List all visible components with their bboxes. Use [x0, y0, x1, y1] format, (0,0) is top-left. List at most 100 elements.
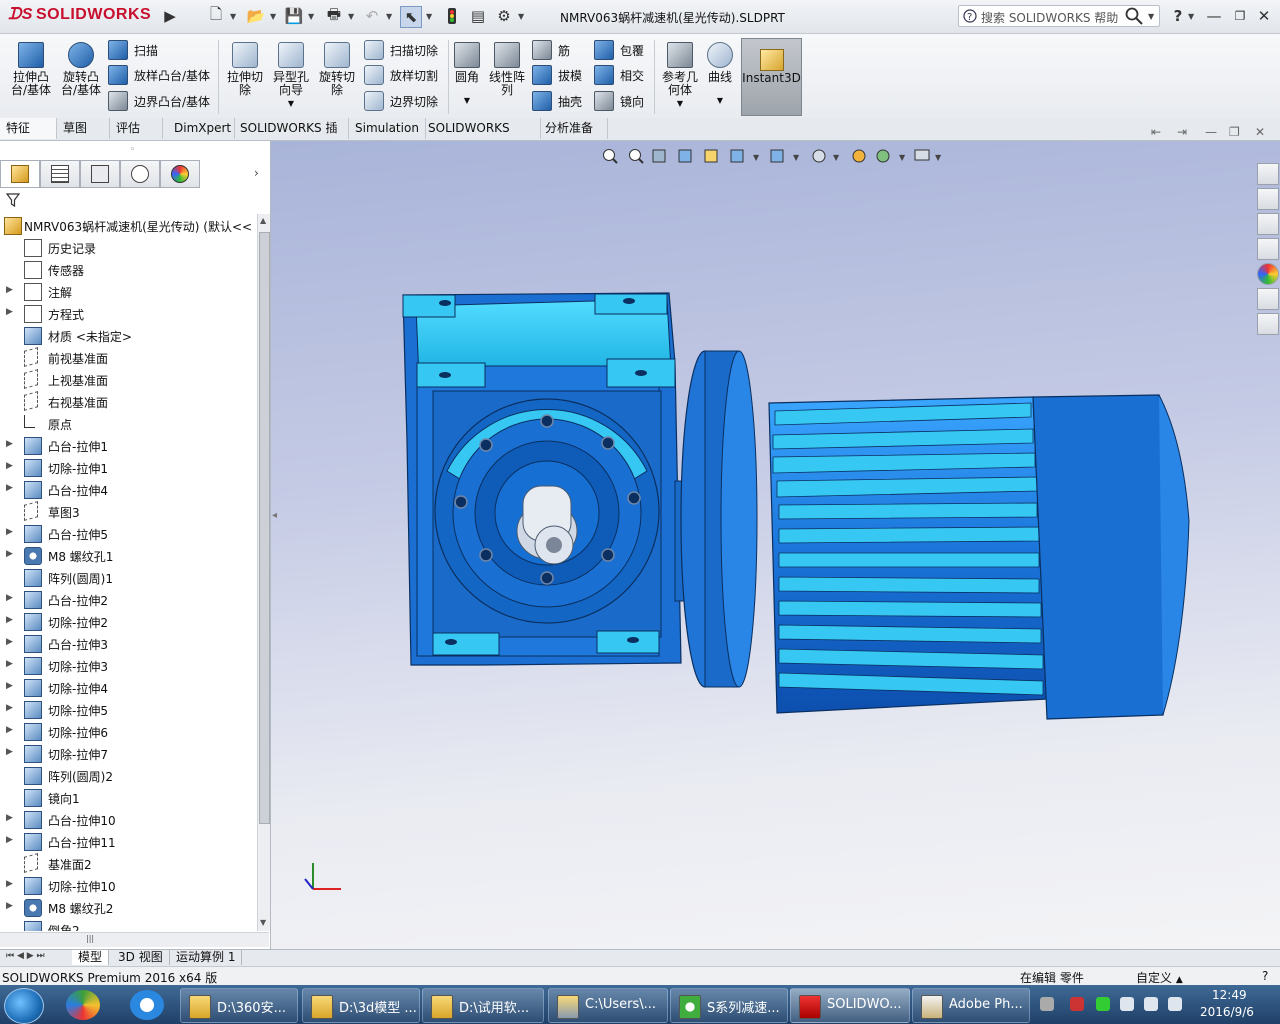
help-question-icon[interactable]: ? — [1168, 6, 1188, 26]
linear-pattern-button[interactable]: 线性阵 列 — [486, 42, 528, 97]
help-dropdown-icon[interactable]: ▼ — [1188, 12, 1194, 21]
tree-item[interactable]: ▶ 切除-拉伸2 — [0, 610, 258, 632]
save-icon[interactable]: 💾 — [284, 6, 304, 26]
tree-horizontal-scrollbar[interactable]: ||| — [0, 932, 269, 947]
tree-item[interactable]: ▶ 切除-拉伸6 — [0, 720, 258, 742]
boundary-boss-button[interactable]: 边界凸台/基体 — [108, 90, 210, 112]
expand-arrow-icon[interactable]: ▶ — [6, 637, 13, 647]
restore-icon[interactable]: ❐ — [1230, 6, 1250, 26]
expand-arrow-icon[interactable]: ▶ — [6, 285, 13, 295]
options-dropdown-icon[interactable]: ▼ — [518, 12, 524, 21]
taskbar-button[interactable]: D:\试用软... — [422, 988, 544, 1023]
sweep-button[interactable]: 扫描 — [108, 39, 158, 61]
tree-item[interactable]: ▶ 凸台-拉伸2 — [0, 588, 258, 610]
expand-arrow-icon[interactable]: ▶ — [6, 835, 13, 845]
tab-evaluate[interactable]: 评估 — [110, 118, 163, 139]
open-folder-icon[interactable]: 📂 — [246, 6, 266, 26]
edit-appearance-icon[interactable] — [852, 149, 866, 163]
expand-arrow-icon[interactable]: ▶ — [6, 703, 13, 713]
tree-item[interactable]: ▶ 凸台-拉伸4 — [0, 478, 258, 500]
keyboard-tray-icon[interactable] — [1040, 997, 1054, 1011]
featuremanager-tab[interactable] — [0, 160, 40, 188]
extrude-boss-button[interactable]: 拉伸凸 台/基体 — [8, 42, 54, 97]
tree-item[interactable]: ▶ 凸台-拉伸10 — [0, 808, 258, 830]
panel-grip-icon[interactable]: ◦ — [130, 145, 135, 155]
configurationmanager-tab[interactable] — [80, 160, 120, 188]
filter-icon[interactable] — [6, 193, 20, 207]
expand-arrow-icon[interactable]: ▶ — [6, 549, 13, 559]
expand-arrow-icon[interactable]: ▶ — [6, 747, 13, 757]
tree-item[interactable]: 前视基准面 — [0, 346, 258, 368]
tree-vertical-scrollbar[interactable]: ▲ ▼ — [257, 214, 270, 931]
select-pointer-icon[interactable]: ⬉ — [400, 6, 422, 28]
tree-item[interactable]: ▶ 凸台-拉伸5 — [0, 522, 258, 544]
expand-arrow-icon[interactable]: ▶ — [6, 659, 13, 669]
tab-sketch[interactable]: 草图 — [57, 118, 110, 139]
propertymanager-tab[interactable] — [40, 160, 80, 188]
undo-dropdown-icon[interactable]: ▼ — [386, 12, 392, 21]
wrap-button[interactable]: 包覆 — [594, 39, 644, 61]
viewport-close-icon[interactable]: ✕ — [1255, 125, 1265, 139]
draft-button[interactable]: 拔模 — [532, 64, 582, 86]
tree-item[interactable]: 镜向1 — [0, 786, 258, 808]
expand-arrow-icon[interactable]: ▶ — [6, 681, 13, 691]
new-dropdown-icon[interactable]: ▼ — [230, 12, 236, 21]
taskbar-button[interactable]: SOLIDWO... — [790, 988, 910, 1023]
clock-time[interactable]: 12:49 — [1212, 988, 1247, 1002]
scroll-up-icon[interactable]: ▲ — [260, 216, 266, 225]
shell-button[interactable]: 抽壳 — [532, 90, 582, 112]
tree-root[interactable]: NMRV063蜗杆减速机(星光传动) (默认<< — [0, 214, 258, 236]
open-dropdown-icon[interactable]: ▼ — [270, 12, 276, 21]
display-style-icon[interactable] — [770, 149, 784, 163]
hole-wizard-dropdown-icon[interactable]: ▼ — [270, 97, 312, 110]
tree-item[interactable]: ▶ 切除-拉伸10 — [0, 874, 258, 896]
viewport-prev-icon[interactable]: ⇤ — [1151, 125, 1161, 139]
tree-item[interactable]: ▶ M8 螺纹孔1 — [0, 544, 258, 566]
view-orientation-icon[interactable] — [730, 149, 744, 163]
print-dropdown-icon[interactable]: ▼ — [348, 12, 354, 21]
rebuild-icon[interactable] — [442, 6, 462, 26]
panel-splitter-icon[interactable]: ◂ — [272, 510, 277, 521]
add-tray-icon[interactable] — [1096, 997, 1110, 1011]
tree-item[interactable]: 基准面2 — [0, 852, 258, 874]
curves-button[interactable]: 曲线 ▼ — [704, 42, 736, 107]
tree-item[interactable]: ▶ 切除-拉伸4 — [0, 676, 258, 698]
reference-geometry-dropdown-icon[interactable]: ▼ — [658, 97, 702, 110]
tree-item[interactable]: 阵列(圆周)2 — [0, 764, 258, 786]
tree-item[interactable]: 阵列(圆周)1 — [0, 566, 258, 588]
graphics-viewport[interactable]: ▼ ▼ ▼ ▼ ▼ ⇤ ⇥ — ❐ ✕ — [271, 125, 1280, 949]
tree-item[interactable]: 原点 — [0, 412, 258, 434]
expand-arrow-icon[interactable]: ▶ — [6, 813, 13, 823]
dynamic-annotation-icon[interactable] — [704, 149, 718, 163]
tab-motion-study[interactable]: 运动算例 1 — [170, 950, 243, 965]
taskbar-button[interactable]: Adobe Ph... — [912, 988, 1030, 1023]
viewport-next-icon[interactable]: ⇥ — [1177, 125, 1187, 139]
clock-date[interactable]: 2016/9/6 — [1200, 1005, 1254, 1019]
expand-arrow-icon[interactable]: ▶ — [6, 879, 13, 889]
select-dropdown-icon[interactable]: ▼ — [426, 12, 432, 21]
tree-item[interactable]: ▶ 凸台-拉伸11 — [0, 830, 258, 852]
action-center-icon[interactable] — [1168, 997, 1182, 1011]
revolve-boss-button[interactable]: 旋转凸 台/基体 — [58, 42, 104, 97]
minimize-icon[interactable]: — — [1204, 6, 1224, 26]
search-dropdown-icon[interactable]: ▼ — [1148, 12, 1154, 21]
view-palette-icon[interactable] — [1257, 238, 1279, 260]
expand-arrow-icon[interactable]: ▶ — [6, 901, 13, 911]
search-icon[interactable] — [1124, 6, 1144, 26]
tree-item[interactable]: 上视基准面 — [0, 368, 258, 390]
new-document-icon[interactable]: 🗋 — [206, 5, 226, 26]
tab-3d-view[interactable]: 3D 视图 — [112, 950, 170, 965]
tab-model[interactable]: 模型 — [72, 950, 110, 965]
tab-addins[interactable]: SOLIDWORKS 插件 — [234, 118, 349, 156]
tree-item[interactable]: ▶ 凸台-拉伸3 — [0, 632, 258, 654]
taskbar-button[interactable]: D:\360安... — [180, 988, 298, 1023]
tree-item[interactable]: ▶ 注解 — [0, 280, 258, 302]
custom-properties-icon[interactable] — [1257, 288, 1279, 310]
tree-item[interactable]: 历史记录 — [0, 236, 258, 258]
expand-arrow-icon[interactable]: ▶ — [6, 483, 13, 493]
taskbar-button[interactable]: S系列减速... — [670, 988, 788, 1023]
design-library-icon[interactable] — [1257, 188, 1279, 210]
tree-item[interactable]: ▶ 切除-拉伸3 — [0, 654, 258, 676]
curves-dropdown-icon[interactable]: ▼ — [704, 94, 736, 107]
close-icon[interactable]: ✕ — [1254, 6, 1274, 26]
